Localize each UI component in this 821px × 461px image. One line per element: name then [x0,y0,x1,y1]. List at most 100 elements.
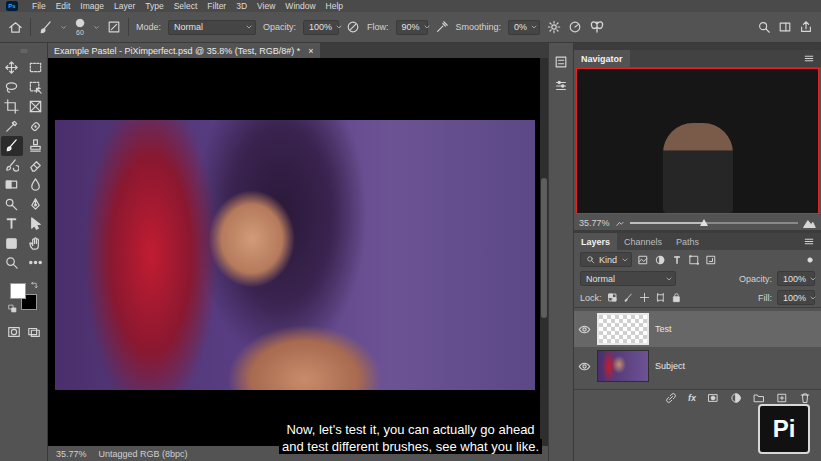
gear-icon[interactable] [547,20,561,34]
menu-item[interactable]: Select [174,1,198,11]
filter-kind-dropdown[interactable]: Kind [580,252,632,267]
history-icon[interactable] [554,55,568,69]
tool-button[interactable] [1,214,23,234]
share-icon[interactable] [799,20,813,34]
tool-button[interactable] [25,117,47,137]
add-layer-style-button[interactable]: fx [688,393,696,403]
tool-button[interactable] [25,78,47,98]
zoom-out-icon[interactable] [615,218,625,228]
menu-item[interactable]: View [257,1,275,11]
fill-field[interactable]: 100% [777,290,815,305]
tool-button[interactable] [1,136,23,156]
tool-button[interactable] [1,58,23,78]
swap-colors-icon[interactable] [30,281,39,290]
tool-button[interactable] [1,195,23,215]
pressure-opacity-icon[interactable] [346,20,360,34]
smart-object-filter-icon[interactable] [705,254,717,266]
flow-field[interactable]: 90% [396,20,428,35]
tool-button[interactable] [1,234,23,254]
chevron-down-icon[interactable] [93,24,100,31]
tool-button[interactable] [1,253,23,273]
blend-mode-dropdown[interactable]: Normal [580,271,676,286]
chevron-down-icon[interactable] [60,24,67,31]
lock-position-icon[interactable] [639,292,650,303]
angle-icon[interactable] [568,20,582,34]
pixel-filter-icon[interactable] [637,254,649,266]
new-layer-icon[interactable] [776,392,788,404]
adjustment-filter-icon[interactable] [654,254,666,266]
trash-icon[interactable] [799,392,811,404]
add-mask-icon[interactable] [707,392,719,404]
panel-tab[interactable]: Layers [574,233,617,250]
panel-tab[interactable]: Paths [669,233,706,250]
menu-item[interactable]: Edit [56,1,71,11]
layer-name[interactable]: Subject [655,361,685,371]
panel-menu-icon[interactable] [803,233,815,250]
navigator-zoom-value[interactable]: 35.77% [579,218,610,228]
mode-dropdown[interactable]: Normal [168,20,256,35]
menu-item[interactable]: File [32,1,46,11]
properties-icon[interactable] [554,79,568,93]
lock-all-icon[interactable] [671,292,682,303]
layer-row[interactable]: Subject [574,348,821,384]
brush-settings-icon[interactable] [107,20,121,34]
symmetry-icon[interactable] [589,19,605,35]
panel-grip-icon[interactable] [17,47,31,55]
tool-button[interactable] [1,78,23,98]
eye-icon[interactable] [578,323,591,336]
adjustment-layer-icon[interactable] [730,392,742,404]
smoothing-field[interactable]: 0% [508,20,540,35]
tool-button[interactable] [1,117,23,137]
close-tab-button[interactable]: × [308,46,313,56]
document-tab[interactable]: Example Pastel - PiXimperfect.psd @ 35.8… [48,43,320,58]
workspace-icon[interactable] [778,20,792,34]
group-folder-icon[interactable] [753,392,765,404]
navigator-preview[interactable] [576,68,819,214]
zoom-slider[interactable] [630,222,798,224]
opacity-field[interactable]: 100% [303,20,339,35]
menu-item[interactable]: Layer [114,1,135,11]
menu-item[interactable]: Image [80,1,104,11]
color-profile[interactable]: Untagged RGB (8bpc) [99,449,188,459]
lock-artboard-icon[interactable] [655,292,666,303]
panel-menu-icon[interactable] [803,50,815,67]
layer-name[interactable]: Test [655,324,672,334]
lock-pixels-icon[interactable] [623,292,634,303]
menu-item[interactable]: Type [145,1,163,11]
airbrush-icon[interactable] [435,20,449,34]
eye-icon[interactable] [578,360,591,373]
brush-preset-picker[interactable]: 60 [74,17,86,37]
foreground-color-swatch[interactable] [10,283,26,299]
menu-item[interactable]: Help [326,1,343,11]
tool-button[interactable] [25,156,47,176]
tool-button[interactable] [1,97,23,117]
default-colors-icon[interactable] [8,304,17,313]
zoom-in-icon[interactable] [803,216,816,229]
tool-button[interactable] [25,234,47,254]
menu-item[interactable]: Filter [207,1,226,11]
tool-button[interactable] [25,58,47,78]
zoom-level[interactable]: 35.77% [56,449,87,459]
link-layers-icon[interactable] [665,392,677,404]
home-icon[interactable] [8,20,23,35]
menu-item[interactable]: 3D [236,1,247,11]
tool-button[interactable] [1,175,23,195]
layer-row[interactable]: Test [574,311,821,347]
layer-opacity-field[interactable]: 100% [777,271,815,286]
shape-filter-icon[interactable] [688,254,700,266]
tool-button[interactable] [25,136,47,156]
tool-button[interactable] [25,195,47,215]
vertical-scrollbar[interactable] [540,58,548,446]
tool-button[interactable] [25,97,47,117]
type-filter-icon[interactable] [671,254,683,266]
screen-mode-icon[interactable] [27,325,41,339]
quick-mask-icon[interactable] [7,325,21,339]
filter-toggle-icon[interactable] [805,255,815,265]
panel-tab[interactable]: Channels [617,233,669,250]
tool-button[interactable] [25,214,47,234]
tool-button[interactable] [25,253,47,273]
navigator-tab[interactable]: Navigator [574,50,630,67]
brush-tool-icon[interactable] [38,20,53,35]
lock-transparent-icon[interactable] [607,292,618,303]
tool-button[interactable] [1,156,23,176]
